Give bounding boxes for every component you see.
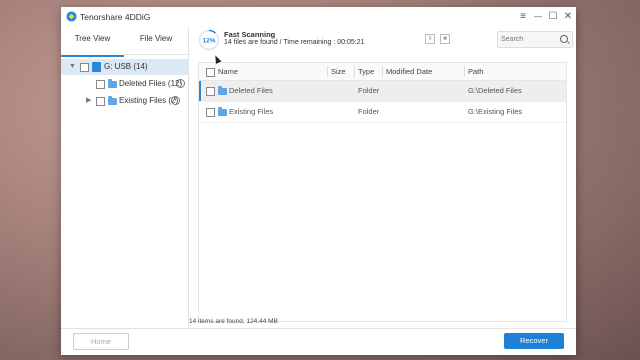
menu-button[interactable]: ≡ <box>516 10 530 24</box>
tree-item-deleted-files[interactable]: Deleted Files (12) i <box>61 76 188 92</box>
column-header-type[interactable]: Type <box>358 63 374 80</box>
tab-tree-view[interactable]: Tree View <box>61 27 124 57</box>
close-button[interactable]: ✕ <box>561 10 575 24</box>
checkbox[interactable] <box>96 97 105 106</box>
info-icon[interactable]: i <box>176 79 185 88</box>
status-bar: 14 items are found, 124.44 MB <box>189 318 278 325</box>
app-logo-icon <box>66 11 77 22</box>
scan-status: 14 files are found / Time remaining : 00… <box>224 39 365 46</box>
footer: Home Recover <box>61 328 576 355</box>
search-box[interactable] <box>497 31 573 48</box>
column-divider[interactable] <box>464 66 465 77</box>
checkbox[interactable] <box>80 63 89 72</box>
cell-name: Existing Files <box>229 107 274 116</box>
title-bar: Tenorshare 4DDiG ≡ — ☐ ✕ <box>61 7 576 27</box>
checkbox[interactable] <box>96 80 105 89</box>
file-table: Name Size Type Modified Date Path Delete… <box>198 62 567 322</box>
sidebar: Tree View File View ▼ G: USB (14) Delete… <box>61 27 189 328</box>
tree-item-g-usb[interactable]: ▼ G: USB (14) <box>61 59 188 75</box>
pause-button[interactable]: II <box>425 34 435 44</box>
app-title: Tenorshare 4DDiG <box>80 12 151 22</box>
maximize-button[interactable]: ☐ <box>546 10 560 24</box>
tree-item-label: G: USB (14) <box>104 62 148 71</box>
column-header-name[interactable]: Name <box>218 63 238 80</box>
minimize-button[interactable]: — <box>531 10 545 24</box>
stop-button[interactable]: ■ <box>440 34 450 44</box>
table-header: Name Size Type Modified Date Path <box>199 63 566 81</box>
column-divider[interactable] <box>382 66 383 77</box>
app-window: Tenorshare 4DDiG ≡ — ☐ ✕ Tree View File … <box>61 7 576 355</box>
column-divider[interactable] <box>327 66 328 77</box>
scan-progress-ring: 12% <box>198 29 220 51</box>
scan-title: Fast Scanning <box>224 30 276 39</box>
chevron-right-icon[interactable]: ▶ <box>86 93 91 109</box>
cell-type: Folder <box>358 107 380 116</box>
table-row[interactable]: Deleted Files Folder G:\Deleted Files <box>199 81 566 102</box>
row-checkbox[interactable] <box>206 108 215 117</box>
tree-item-existing-files[interactable]: ▶ Existing Files (2) i <box>61 93 188 109</box>
selection-indicator <box>199 81 201 101</box>
cell-path: G:\Deleted Files <box>468 86 522 95</box>
cell-type: Folder <box>358 86 380 95</box>
tab-file-view[interactable]: File View <box>124 27 188 55</box>
tree-item-label: Existing Files (2) <box>119 96 179 105</box>
search-icon[interactable] <box>560 35 568 43</box>
folder-icon <box>108 79 117 88</box>
column-divider[interactable] <box>354 66 355 77</box>
search-input[interactable] <box>501 33 553 45</box>
recover-button[interactable]: Recover <box>504 333 564 349</box>
select-all-checkbox[interactable] <box>206 68 215 77</box>
table-row[interactable]: Existing Files Folder G:\Existing Files <box>199 102 566 123</box>
scan-toolbar: 12% Fast Scanning 14 files are found / T… <box>189 27 576 55</box>
info-icon[interactable]: i <box>171 96 180 105</box>
column-header-modified-date[interactable]: Modified Date <box>386 63 432 80</box>
column-header-size[interactable]: Size <box>331 63 346 80</box>
column-header-path[interactable]: Path <box>468 63 483 80</box>
chevron-down-icon[interactable]: ▼ <box>69 59 76 75</box>
usb-drive-icon <box>92 62 101 72</box>
cell-path: G:\Existing Files <box>468 107 523 116</box>
progress-percent: 12% <box>202 38 215 45</box>
folder-icon <box>108 96 117 105</box>
tree-item-label: Deleted Files (12) <box>119 79 183 88</box>
folder-icon <box>218 86 227 95</box>
home-button[interactable]: Home <box>73 333 129 350</box>
folder-icon <box>218 107 227 116</box>
cell-name: Deleted Files <box>229 86 273 95</box>
row-checkbox[interactable] <box>206 87 215 96</box>
